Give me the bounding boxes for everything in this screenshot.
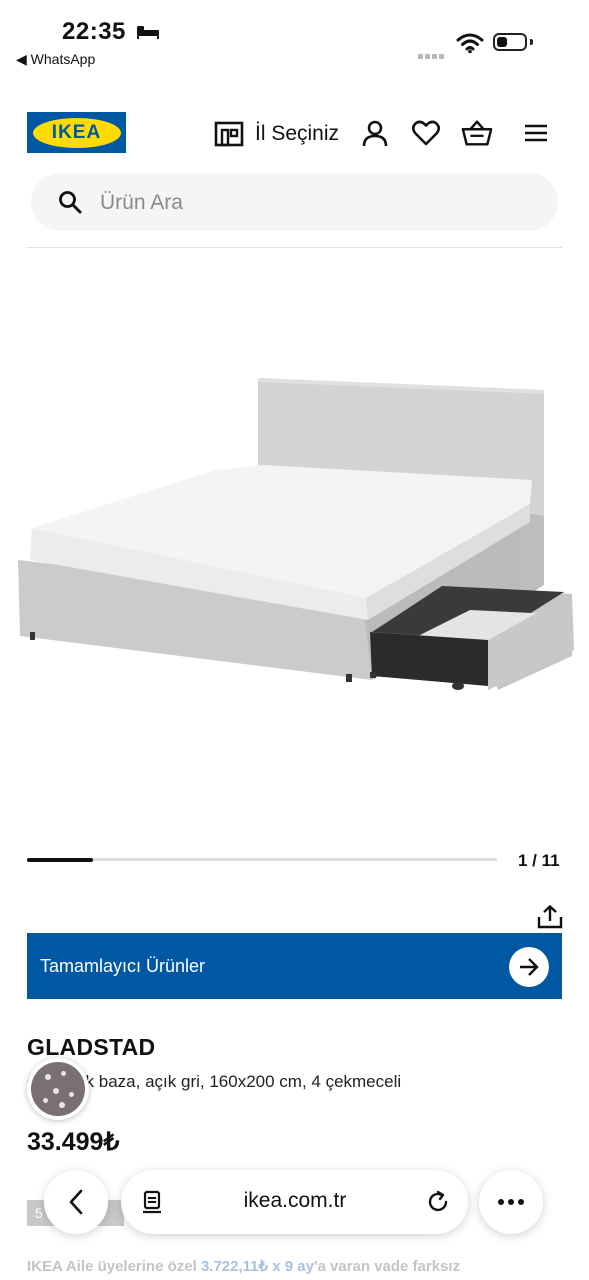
share-icon[interactable] bbox=[537, 905, 563, 929]
store-icon[interactable] bbox=[214, 121, 244, 147]
family-amount: 3.722,11₺ x 9 ay bbox=[200, 1258, 314, 1275]
gallery-progress-fill bbox=[27, 857, 93, 862]
wifi-icon bbox=[456, 33, 484, 54]
logo-text: IKEA bbox=[51, 121, 102, 143]
back-chevron-icon[interactable] bbox=[44, 1170, 108, 1234]
banner-label: Tamamlayıcı Ürünler bbox=[40, 956, 206, 976]
signal-icon bbox=[418, 46, 446, 64]
search-icon bbox=[59, 191, 82, 214]
tabs-icon[interactable] bbox=[141, 1190, 163, 1216]
menu-icon[interactable] bbox=[520, 117, 552, 149]
back-to-app-link[interactable]: ◀ WhatsApp bbox=[16, 51, 95, 68]
gallery-counter: 1 / 11 bbox=[518, 851, 560, 870]
heart-icon[interactable] bbox=[410, 117, 442, 149]
header-divider bbox=[27, 247, 562, 248]
reload-icon[interactable] bbox=[425, 1189, 451, 1215]
store-selector[interactable]: İl Seçiniz bbox=[255, 122, 339, 146]
status-time: 22:35 bbox=[62, 18, 126, 45]
battery-icon bbox=[493, 33, 527, 51]
battery-cap bbox=[530, 39, 533, 45]
product-price: 33.499₺ bbox=[27, 1128, 120, 1156]
arrow-right-icon[interactable] bbox=[509, 947, 549, 987]
product-image[interactable] bbox=[0, 255, 589, 835]
more-icon[interactable] bbox=[479, 1170, 543, 1234]
family-suffix: 'a varan vade farksız bbox=[313, 1258, 461, 1275]
bed-icon bbox=[137, 26, 159, 39]
family-offer-text: IKEA Aile üyelerine özel 3.722,11₺ x 9 a… bbox=[27, 1257, 460, 1275]
gallery-progress bbox=[27, 857, 497, 862]
product-name: GLADSTAD bbox=[27, 1034, 156, 1060]
search-input[interactable] bbox=[100, 188, 500, 218]
user-icon[interactable] bbox=[359, 117, 391, 149]
ikea-logo[interactable]: IKEA bbox=[27, 112, 126, 153]
basket-icon[interactable] bbox=[461, 117, 493, 149]
url-text[interactable]: ikea.com.tr bbox=[200, 1189, 390, 1213]
cookie-icon[interactable] bbox=[27, 1058, 89, 1120]
family-prefix: IKEA Aile üyelerine özel bbox=[27, 1258, 201, 1275]
